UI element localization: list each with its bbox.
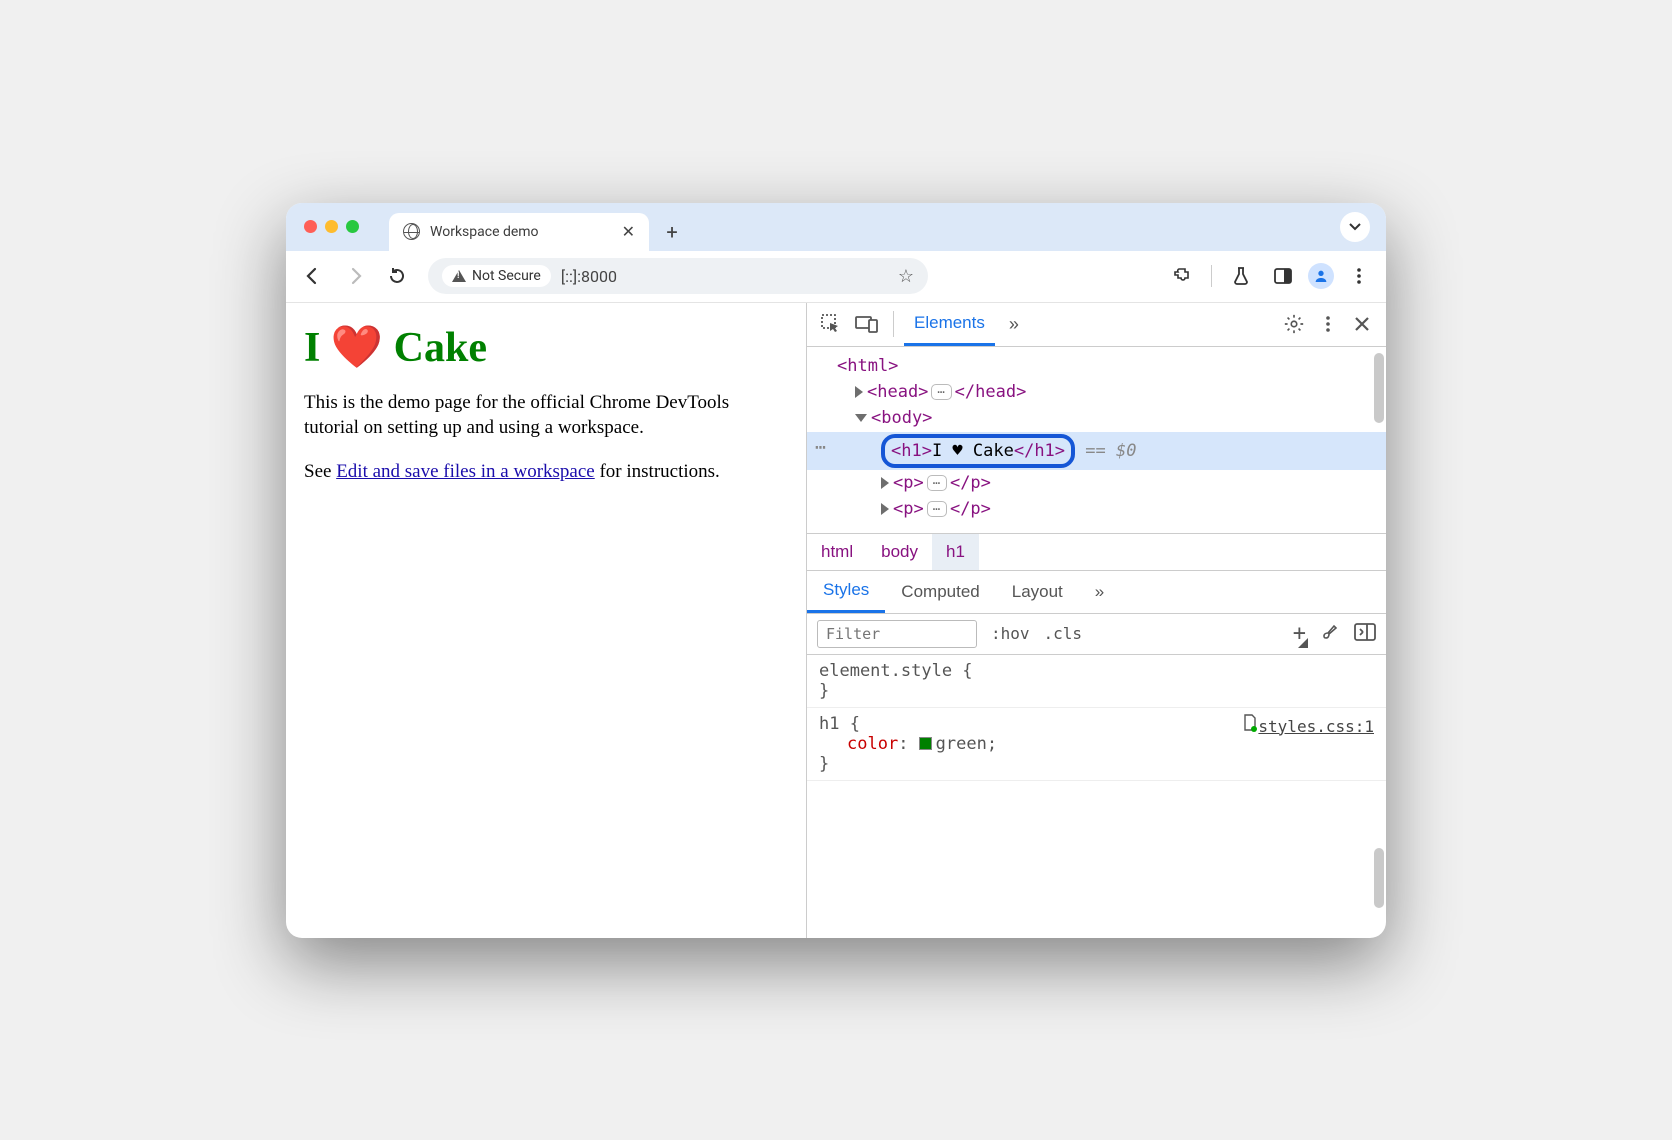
tab-elements[interactable]: Elements (904, 303, 995, 346)
close-brace: } (819, 754, 1374, 774)
warning-icon (452, 270, 466, 282)
dom-node-p2[interactable]: <p>⋯</p> (821, 496, 1376, 522)
subtab-computed[interactable]: Computed (885, 571, 995, 613)
dom-node-body[interactable]: <body> (821, 405, 1376, 431)
side-panel-button[interactable] (1266, 259, 1300, 293)
inspect-element-button[interactable] (815, 308, 847, 340)
styles-toolbar: :hov .cls + (807, 614, 1386, 655)
collapse-icon[interactable] (855, 414, 867, 422)
crumb-h1[interactable]: h1 (932, 534, 979, 570)
subtab-styles[interactable]: Styles (807, 571, 885, 613)
prop-name: color (847, 734, 898, 754)
more-tabs-button[interactable]: » (999, 314, 1029, 335)
address-bar[interactable]: Not Secure [::]:8000 ☆ (428, 258, 928, 294)
window-controls (304, 220, 359, 233)
ellipsis-icon[interactable]: ⋯ (927, 501, 947, 517)
expand-icon[interactable] (881, 477, 889, 489)
url-text: [::]:8000 (561, 267, 617, 286)
chrome-menu-button[interactable] (1342, 259, 1376, 293)
subtab-layout[interactable]: Layout (996, 571, 1079, 613)
crumb-body[interactable]: body (867, 534, 932, 570)
devtools-tabbar: Elements » (807, 303, 1386, 347)
dom-node-p1[interactable]: <p>⋯</p> (821, 470, 1376, 496)
toolbar-divider (1211, 265, 1212, 287)
file-icon (1242, 714, 1258, 732)
browser-tab[interactable]: Workspace demo ✕ (389, 213, 649, 251)
close-tab-icon[interactable]: ✕ (622, 222, 635, 241)
css-property[interactable]: color: green; (819, 734, 1374, 754)
color-swatch-icon[interactable] (919, 737, 932, 750)
device-toolbar-button[interactable] (851, 308, 883, 340)
tab-strip: Workspace demo ✕ + (286, 203, 1386, 251)
paint-brush-icon[interactable] (1320, 622, 1340, 646)
tab-title: Workspace demo (430, 224, 539, 240)
back-button[interactable] (296, 259, 330, 293)
paragraph-2: See Edit and save files in a workspace f… (304, 459, 788, 485)
computed-panel-toggle-icon[interactable] (1354, 623, 1376, 645)
new-tab-button[interactable]: + (657, 217, 687, 247)
crumb-html[interactable]: html (807, 534, 867, 570)
security-label: Not Secure (472, 268, 541, 284)
paragraph-1: This is the demo page for the official C… (304, 390, 788, 441)
expand-icon[interactable] (881, 503, 889, 515)
minimize-window-icon[interactable] (325, 220, 338, 233)
gear-icon (1283, 313, 1305, 335)
scrollbar[interactable] (1374, 848, 1384, 908)
dom-breadcrumbs: html body h1 (807, 533, 1386, 570)
chevron-down-icon (1349, 223, 1361, 231)
prop-value: green (936, 734, 987, 754)
security-chip[interactable]: Not Secure (442, 265, 551, 287)
highlight-ring: <h1>I ♥ Cake</h1> (881, 434, 1075, 468)
cls-toggle[interactable]: .cls (1044, 624, 1083, 643)
devtools-panel: Elements » <html> <head>⋯</head (806, 303, 1386, 938)
globe-icon (403, 223, 420, 240)
forward-button[interactable] (338, 259, 372, 293)
rule-element-style[interactable]: element.style { } (807, 655, 1386, 708)
p2-prefix: See (304, 461, 336, 482)
devtools-menu-button[interactable] (1312, 308, 1344, 340)
close-brace: } (819, 681, 1374, 701)
labs-button[interactable] (1224, 259, 1258, 293)
browser-toolbar: Not Secure [::]:8000 ☆ (286, 251, 1386, 303)
profile-button[interactable] (1308, 263, 1334, 289)
rule-h1[interactable]: styles.css:1 h1 { color: green; } (807, 708, 1386, 781)
dom-node-h1-selected[interactable]: ⋯ <h1>I ♥ Cake</h1> == $0 (807, 432, 1386, 470)
tab-search-button[interactable] (1340, 212, 1370, 242)
divider (893, 311, 894, 337)
page-heading: I ❤️ Cake (304, 323, 788, 372)
reload-button[interactable] (380, 259, 414, 293)
more-subtabs-button[interactable]: » (1079, 571, 1120, 613)
rendered-page: I ❤️ Cake This is the demo page for the … (286, 303, 806, 938)
settings-button[interactable] (1278, 308, 1310, 340)
browser-window: Workspace demo ✕ + Not Secure [::]:8000 … (286, 203, 1386, 938)
ellipsis-icon[interactable]: ⋯ (927, 475, 947, 491)
workspace-link[interactable]: Edit and save files in a workspace (336, 461, 595, 482)
close-icon (1354, 316, 1370, 332)
dom-tree[interactable]: <html> <head>⋯</head> <body> ⋯ <h1>I ♥ C… (807, 347, 1386, 533)
ellipsis-icon[interactable]: ⋯ (931, 384, 951, 400)
content-area: I ❤️ Cake This is the demo page for the … (286, 303, 1386, 938)
person-icon (1313, 268, 1329, 284)
close-devtools-button[interactable] (1346, 308, 1378, 340)
p2-suffix: for instructions. (595, 461, 720, 482)
more-actions-icon[interactable]: ⋯ (815, 434, 828, 462)
styles-filter-input[interactable] (817, 620, 977, 648)
bookmark-icon[interactable]: ☆ (898, 266, 914, 287)
extensions-button[interactable] (1165, 259, 1199, 293)
expand-icon[interactable] (855, 386, 863, 398)
new-style-rule-button[interactable]: + (1293, 621, 1306, 646)
dollar-zero-hint: == $0 (1085, 441, 1136, 461)
close-window-icon[interactable] (304, 220, 317, 233)
selector-text: element.style { (819, 661, 1374, 681)
zoom-window-icon[interactable] (346, 220, 359, 233)
source-link[interactable]: styles.css:1 (1242, 714, 1374, 736)
hover-toggle[interactable]: :hov (991, 624, 1030, 643)
styles-subtabs: Styles Computed Layout » (807, 570, 1386, 614)
dom-node-head[interactable]: <head>⋯</head> (821, 379, 1376, 405)
dom-node-html[interactable]: <html> (821, 353, 1376, 379)
